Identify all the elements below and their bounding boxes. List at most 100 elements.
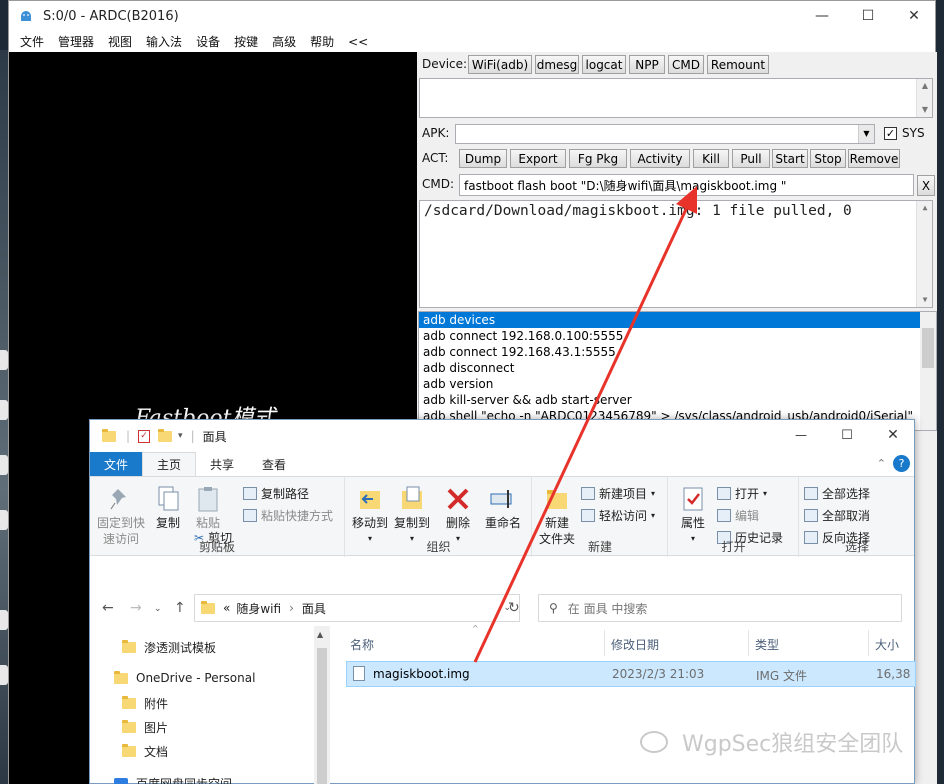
- paste-button[interactable]: 粘贴: [190, 485, 226, 531]
- column-header-size[interactable]: 大小: [875, 636, 899, 653]
- remount-button[interactable]: Remount: [707, 55, 769, 74]
- output-console[interactable]: /sdcard/Download/magiskboot.img: 1 file …: [419, 200, 933, 308]
- sys-checkbox[interactable]: ✓: [884, 127, 897, 140]
- menu-keys[interactable]: 按键: [234, 33, 258, 50]
- wifi-adb-button[interactable]: WiFi(adb): [468, 55, 532, 74]
- address-bar[interactable]: « 随身wifi › 面具 ⌄: [194, 594, 520, 622]
- explorer-minimize-button[interactable]: —: [778, 420, 824, 450]
- open-button[interactable]: 打开 ▾: [717, 485, 767, 502]
- cmd-clear-button[interactable]: X: [917, 175, 935, 196]
- tab-view[interactable]: 查看: [248, 452, 300, 476]
- history-item[interactable]: adb version: [419, 376, 936, 392]
- chevron-down-icon[interactable]: ▼: [858, 125, 874, 143]
- column-header-date[interactable]: 修改日期: [611, 636, 659, 653]
- scrollbar-thumb[interactable]: [317, 648, 327, 784]
- new-item-button[interactable]: 新建项目 ▾: [581, 485, 655, 502]
- file-row[interactable]: magiskboot.img 2023/2/3 21:03 IMG 文件 16,…: [346, 661, 916, 687]
- breadcrumb-overflow[interactable]: «: [223, 601, 230, 615]
- menu-file[interactable]: 文件: [20, 33, 44, 50]
- cmd-input[interactable]: fastboot flash boot "D:\随身wifi\面具\magisk…: [459, 174, 914, 196]
- qa-dropdown-icon[interactable]: ▾: [178, 431, 183, 441]
- up-arrow-icon[interactable]: ↑: [174, 600, 186, 616]
- pull-button[interactable]: Pull: [732, 149, 770, 168]
- scroll-down-icon[interactable]: ▼: [917, 103, 933, 117]
- tab-file[interactable]: 文件: [90, 452, 143, 476]
- select-none-button[interactable]: 全部取消: [804, 507, 870, 524]
- scrollbar-thumb[interactable]: [922, 328, 934, 368]
- remove-button[interactable]: Remove: [848, 149, 900, 168]
- explorer-close-button[interactable]: ✕: [870, 420, 916, 450]
- history-item[interactable]: adb connect 192.168.0.100:5555: [419, 328, 936, 344]
- scrollbar[interactable]: [920, 312, 936, 430]
- history-item[interactable]: adb disconnect: [419, 360, 936, 376]
- explorer-maximize-button[interactable]: ☐: [824, 420, 870, 450]
- back-arrow-icon[interactable]: ←: [102, 600, 114, 616]
- column-header-name[interactable]: 名称: [350, 636, 374, 653]
- start-button[interactable]: Start: [772, 149, 808, 168]
- menu-view[interactable]: 视图: [108, 33, 132, 50]
- help-icon[interactable]: ?: [893, 455, 910, 472]
- close-button[interactable]: ✕: [891, 1, 937, 31]
- dmesg-button[interactable]: dmesg: [535, 55, 579, 74]
- tab-home[interactable]: 主页: [142, 452, 197, 476]
- desktop-icon: [0, 665, 8, 685]
- history-item[interactable]: adb kill-server && adb start-server: [419, 392, 936, 408]
- activity-button[interactable]: Activity: [630, 149, 690, 168]
- scrollbar[interactable]: ▲ ▼: [916, 79, 932, 117]
- scroll-up-icon[interactable]: ▲: [917, 201, 932, 215]
- logcat-button[interactable]: logcat: [582, 55, 626, 74]
- minimize-button[interactable]: —: [799, 1, 845, 31]
- new-folder-qa-icon[interactable]: [158, 428, 173, 442]
- breadcrumb-item[interactable]: 面具: [302, 600, 326, 617]
- recent-dropdown-icon[interactable]: ⌄: [154, 604, 162, 614]
- maximize-button[interactable]: ☐: [845, 1, 891, 31]
- column-header-type[interactable]: 类型: [755, 636, 779, 653]
- breadcrumb-item[interactable]: 随身wifi: [236, 600, 281, 617]
- dump-button[interactable]: Dump: [459, 149, 507, 168]
- export-button[interactable]: Export: [510, 149, 566, 168]
- history-item[interactable]: adb devices: [419, 312, 936, 328]
- folder-icon: [201, 600, 215, 614]
- refresh-icon[interactable]: ↻: [508, 600, 520, 616]
- forward-arrow-icon[interactable]: →: [130, 600, 142, 616]
- stop-button[interactable]: Stop: [810, 149, 846, 168]
- nav-item-onedrive[interactable]: OneDrive - Personal: [114, 670, 255, 685]
- cmd-button[interactable]: CMD: [668, 55, 704, 74]
- nav-item-baidu[interactable]: 百度网盘同步空间: [114, 775, 232, 784]
- tab-share[interactable]: 共享: [196, 452, 248, 476]
- menu-input[interactable]: 输入法: [146, 33, 182, 50]
- copy-to-icon: [399, 485, 425, 513]
- ribbon-collapse-icon[interactable]: ⌃: [877, 457, 886, 470]
- scroll-down-icon[interactable]: ▼: [917, 293, 932, 307]
- fg-pkg-button[interactable]: Fg Pkg: [569, 149, 627, 168]
- copy-button[interactable]: 复制: [150, 485, 186, 531]
- search-icon: ⚲: [549, 601, 558, 615]
- easy-access-button[interactable]: 轻松访问 ▾: [581, 507, 655, 524]
- edit-button[interactable]: 编辑: [717, 507, 759, 524]
- scrollbar[interactable]: ▲ ▼: [916, 201, 932, 307]
- npp-button[interactable]: NPP: [629, 55, 665, 74]
- nav-item[interactable]: 渗透测试模板: [122, 639, 216, 656]
- properties-qa-icon[interactable]: ✓: [138, 429, 151, 443]
- nav-item[interactable]: 附件: [122, 695, 168, 712]
- apk-combobox[interactable]: ▼: [455, 124, 875, 144]
- rename-button[interactable]: 重命名: [482, 485, 524, 531]
- copy-path-button[interactable]: 复制路径: [243, 485, 309, 502]
- menu-collapse[interactable]: <<: [348, 35, 368, 49]
- paste-shortcut-button[interactable]: 粘贴快捷方式: [243, 507, 333, 524]
- command-history-list[interactable]: adb devices adb connect 192.168.0.100:55…: [418, 311, 937, 431]
- menu-manager[interactable]: 管理器: [58, 33, 94, 50]
- scroll-up-icon[interactable]: ▲: [917, 79, 933, 93]
- scroll-up-icon[interactable]: ▲: [317, 630, 323, 639]
- menu-device[interactable]: 设备: [196, 33, 220, 50]
- menu-advanced[interactable]: 高级: [272, 33, 296, 50]
- scrollbar[interactable]: ▲: [314, 626, 330, 784]
- kill-button[interactable]: Kill: [693, 149, 729, 168]
- history-item[interactable]: adb connect 192.168.43.1:5555: [419, 344, 936, 360]
- device-info-box[interactable]: ▲ ▼: [419, 78, 933, 118]
- nav-item[interactable]: 文档: [122, 743, 168, 760]
- select-all-button[interactable]: 全部选择: [804, 485, 870, 502]
- nav-item[interactable]: 图片: [122, 719, 168, 736]
- search-input[interactable]: ⚲ 在 面具 中搜索: [538, 594, 902, 622]
- menu-help[interactable]: 帮助: [310, 33, 334, 50]
